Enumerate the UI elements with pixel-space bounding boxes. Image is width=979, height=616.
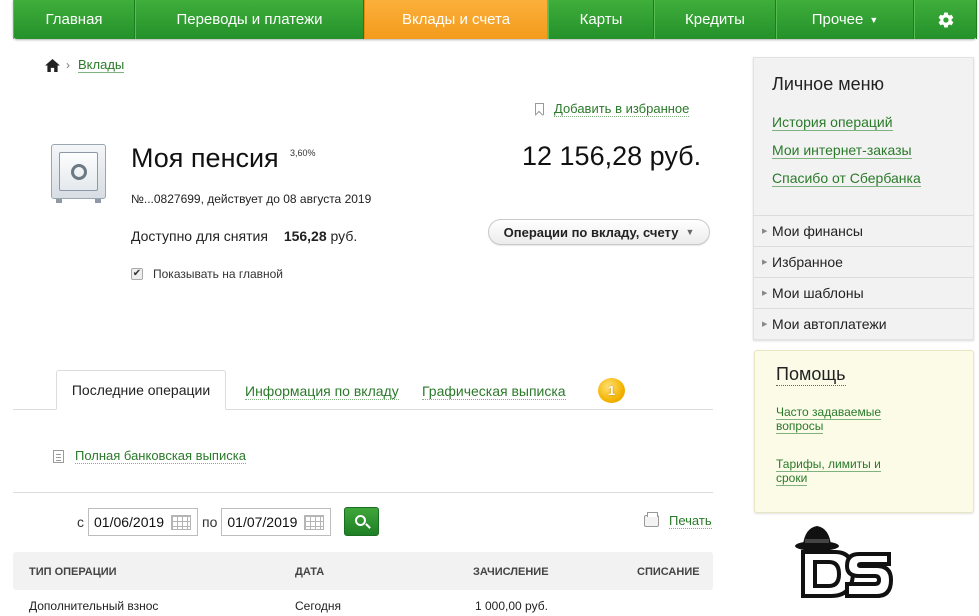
nav-item-label: Переводы и платежи [176, 11, 323, 28]
nav-item-deposits[interactable]: Вклады и счета [364, 0, 548, 39]
column-header-debit: СПИСАНИЕ [637, 566, 700, 578]
main-navigation: Главная Переводы и платежи Вклады и счет… [13, 0, 977, 39]
personal-menu-title: Личное меню [772, 74, 885, 94]
sidebar-item-autopayments[interactable]: ▶ Мои автоплатежи [754, 308, 973, 339]
nav-item-transfers[interactable]: Переводы и платежи [135, 0, 364, 39]
help-link-faq[interactable]: Часто задаваемые вопросы [776, 405, 906, 434]
nav-item-label: Прочее [811, 11, 864, 28]
sidebar-link-orders[interactable]: Мои интернет-заказы [772, 142, 912, 159]
print-label: Печать [669, 513, 712, 529]
date-from-input[interactable]: 01/06/2019 [88, 508, 198, 536]
calendar-icon[interactable] [304, 515, 325, 530]
filter-divider [13, 492, 713, 493]
notification-badge[interactable]: 1 [598, 378, 625, 403]
calendar-icon[interactable] [171, 515, 191, 530]
cell-credit: 1 000,00 руб. [475, 599, 548, 613]
document-icon [53, 449, 64, 463]
cell-date: Сегодня [295, 599, 341, 613]
help-link-tariffs[interactable]: Тарифы, лимиты и сроки [776, 457, 906, 486]
add-to-favorites-label: Добавить в избранное [554, 101, 690, 117]
full-bank-statement[interactable]: Полная банковская выписка [53, 448, 246, 464]
available-label: Доступно для снятия [131, 228, 268, 244]
nav-item-other[interactable]: Прочее ▼ [776, 0, 914, 39]
add-to-favorites[interactable]: Добавить в избранное [535, 101, 690, 117]
personal-menu: Личное меню История операций Мои интерне… [753, 57, 974, 340]
deposit-title: Моя пенсия [131, 143, 279, 173]
help-link-label: Часто задаваемые вопросы [776, 405, 882, 434]
chevron-right-icon: › [66, 58, 70, 72]
help-title[interactable]: Помощь [776, 364, 846, 386]
nav-item-label: Главная [45, 11, 103, 28]
sidebar-item-favorites[interactable]: ▶ Избранное [754, 246, 973, 277]
chevron-down-icon: ▼ [869, 14, 879, 25]
full-statement-label: Полная банковская выписка [75, 448, 246, 464]
account-info: №...0827699, действует до 08 августа 201… [131, 192, 372, 206]
account-operations-button[interactable]: Операции по вкладу, счету ▼ [488, 219, 710, 245]
watermark-logo: DS [795, 526, 894, 598]
tab-graphic-statement[interactable]: Графическая выписка [422, 383, 566, 400]
table-header: ТИП ОПЕРАЦИИ ДАТА ЗАЧИСЛЕНИЕ СПИСАНИЕ [13, 552, 713, 590]
account-operations-label: Операции по вкладу, счету [503, 224, 679, 240]
date-to-value: 01/07/2019 [227, 514, 298, 530]
date-to-input[interactable]: 01/07/2019 [221, 508, 332, 536]
chevron-down-icon: ▼ [685, 227, 695, 237]
printer-icon [644, 512, 659, 527]
nav-item-label: Карты [579, 11, 623, 28]
home-icon[interactable] [45, 58, 60, 72]
interest-rate: 3,60% [290, 148, 316, 158]
sidebar-item-finances[interactable]: ▶ Мои финансы [754, 215, 973, 246]
nav-item-label: Кредиты [685, 11, 745, 28]
bookmark-icon [535, 103, 544, 115]
safe-icon [51, 144, 106, 203]
nav-item-label: Вклады и счета [401, 11, 511, 28]
column-header-date: ДАТА [295, 566, 325, 578]
breadcrumb-link-deposits[interactable]: Вклады [78, 57, 125, 73]
show-on-main-checkbox[interactable]: ✔ [131, 268, 143, 280]
help-panel: Помощь Часто задаваемые вопросы Тарифы, … [754, 350, 974, 513]
date-from-label: с [77, 514, 84, 530]
nav-item-home[interactable]: Главная [13, 0, 135, 39]
tab-deposit-info[interactable]: Информация по вкладу [245, 383, 399, 400]
triangle-right-icon: ▶ [762, 290, 768, 297]
show-on-main-label: Показывать на главной [153, 267, 284, 281]
sidebar-link-history[interactable]: История операций [772, 114, 893, 131]
triangle-right-icon: ▶ [762, 259, 768, 266]
sidebar-item-label: Мои шаблоны [772, 285, 864, 301]
cell-type: Дополнительный взнос [29, 599, 159, 613]
sidebar-item-templates[interactable]: ▶ Мои шаблоны [754, 277, 973, 308]
available-value: 156,28 [283, 228, 327, 244]
gear-icon [938, 11, 953, 28]
table-row[interactable]: Дополнительный взнос Сегодня 1 000,00 ру… [13, 590, 713, 616]
column-header-credit: ЗАЧИСЛЕНИЕ [473, 566, 549, 578]
nav-item-cards[interactable]: Карты [548, 0, 654, 39]
date-filter: с 01/06/2019 по 01/07/2019 [77, 508, 335, 536]
nav-item-credits[interactable]: Кредиты [654, 0, 776, 39]
triangle-right-icon: ▶ [762, 321, 768, 328]
available-for-withdrawal: Доступно для снятия 156,28 руб. [131, 228, 357, 244]
show-on-main-option: ✔ Показывать на главной [131, 267, 283, 281]
sidebar-item-label: Мои автоплатежи [772, 316, 887, 332]
column-header-type: ТИП ОПЕРАЦИИ [29, 566, 117, 578]
search-button[interactable] [344, 507, 379, 536]
deposit-balance: 12 156,28 руб. [522, 141, 702, 171]
sidebar-item-label: Мои финансы [772, 223, 863, 239]
help-link-label: Тарифы, лимиты и сроки [776, 457, 881, 486]
date-to-label: по [202, 514, 218, 530]
available-currency: руб. [330, 228, 358, 244]
tab-recent-operations[interactable]: Последние операции [56, 370, 226, 410]
date-from-value: 01/06/2019 [94, 514, 165, 530]
settings-button[interactable] [914, 0, 977, 39]
tab-label: Последние операции [71, 382, 211, 398]
sidebar-link-thanks[interactable]: Спасибо от Сбербанка [772, 170, 921, 187]
triangle-right-icon: ▶ [762, 228, 768, 235]
sidebar-item-label: Избранное [772, 254, 843, 270]
print-button[interactable]: Печать [644, 512, 712, 529]
breadcrumb: › Вклады [45, 57, 125, 73]
